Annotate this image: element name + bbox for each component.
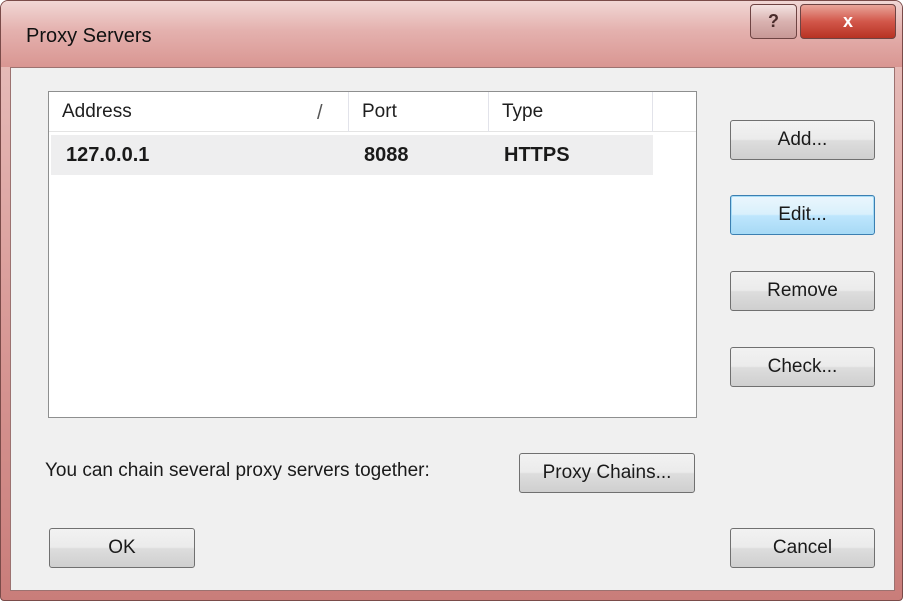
check-button[interactable]: Check... <box>730 347 875 387</box>
column-label-address: Address <box>62 101 132 122</box>
title-bar[interactable]: Proxy Servers ? x <box>1 1 902 67</box>
cancel-button[interactable]: Cancel <box>730 528 875 568</box>
proxy-list[interactable]: Address / Port Type 127.0.0.1 8088 HTTPS <box>48 91 697 418</box>
remove-button-label: Remove <box>767 280 838 301</box>
cell-type: HTTPS <box>504 144 570 166</box>
proxy-chains-button-label: Proxy Chains... <box>542 462 672 483</box>
cancel-button-label: Cancel <box>772 537 833 558</box>
close-icon: x <box>842 11 853 31</box>
help-button[interactable]: ? <box>750 4 797 39</box>
list-row[interactable]: 127.0.0.1 8088 HTTPS <box>51 135 653 175</box>
check-button-label: Check... <box>767 356 838 377</box>
proxy-servers-dialog: Proxy Servers ? x Address / Port Type 12… <box>0 0 903 601</box>
column-label-port: Port <box>362 101 397 122</box>
edit-button[interactable]: Edit... <box>730 195 875 235</box>
list-header: Address / Port Type <box>49 92 696 132</box>
edit-button-label: Edit... <box>778 204 827 225</box>
cell-address: 127.0.0.1 <box>66 144 150 166</box>
column-header-type[interactable]: Type <box>489 92 653 132</box>
sort-indicator-icon: / <box>317 102 323 124</box>
help-icon: ? <box>768 11 779 31</box>
proxy-chains-button[interactable]: Proxy Chains... <box>519 453 695 493</box>
chain-hint-text: You can chain several proxy servers toge… <box>45 460 430 481</box>
ok-button-label: OK <box>108 537 136 558</box>
add-button[interactable]: Add... <box>730 120 875 160</box>
cell-port: 8088 <box>364 144 409 166</box>
add-button-label: Add... <box>777 129 828 150</box>
column-header-address[interactable]: Address <box>49 92 349 132</box>
column-label-type: Type <box>502 101 544 122</box>
remove-button[interactable]: Remove <box>730 271 875 311</box>
column-header-port[interactable]: Port <box>349 92 489 132</box>
window-title: Proxy Servers <box>26 25 152 47</box>
ok-button[interactable]: OK <box>49 528 195 568</box>
close-button[interactable]: x <box>800 4 896 39</box>
dialog-body: Address / Port Type 127.0.0.1 8088 HTTPS… <box>10 67 895 591</box>
